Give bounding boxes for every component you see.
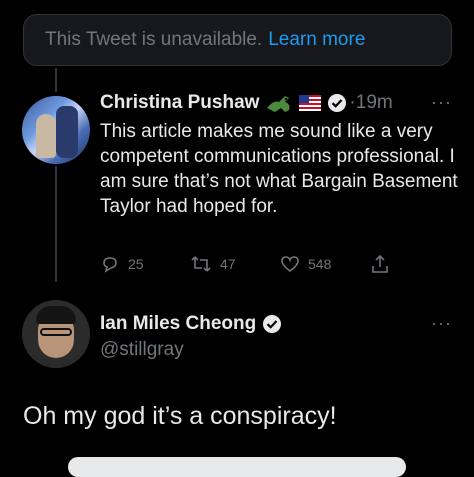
retweet-icon <box>191 256 211 272</box>
thread-connector <box>55 166 57 282</box>
retweet-count: 47 <box>220 256 236 272</box>
unavailable-text: This Tweet is unavailable. <box>45 29 263 50</box>
learn-more-link[interactable]: Learn more <box>268 29 365 51</box>
tweet-unavailable-notice: This Tweet is unavailable. Learn more <box>23 14 452 66</box>
reply-button[interactable]: 25 <box>100 254 144 274</box>
us-flag-icon <box>299 95 322 111</box>
thread-connector <box>55 68 57 92</box>
avatar[interactable] <box>22 96 90 164</box>
user-handle[interactable]: @stillgray <box>100 339 184 361</box>
reply-icon <box>103 257 117 273</box>
like-count: 548 <box>308 256 332 272</box>
tweet-text: This article makes me sound like a very … <box>100 121 458 217</box>
verified-badge-icon <box>327 93 347 113</box>
share-button[interactable] <box>370 254 390 274</box>
retweet-button[interactable]: 47 <box>190 254 236 274</box>
share-icon <box>372 254 388 273</box>
timestamp[interactable]: ·19m <box>349 92 392 114</box>
more-options-icon[interactable]: ··· <box>431 92 452 113</box>
like-button[interactable]: 548 <box>280 254 331 274</box>
display-name[interactable]: Ian Miles Cheong <box>100 313 256 335</box>
verified-badge-icon <box>262 314 282 334</box>
alligator-emoji-icon <box>265 92 293 114</box>
tweet-header: Ian Miles Cheong <box>100 313 282 335</box>
main-tweet-text: Oh my god it’s a conspiracy! <box>23 402 337 430</box>
tweet-header: Christina Pushaw ·19m <box>100 92 393 114</box>
heart-icon <box>281 256 299 273</box>
display-name[interactable]: Christina Pushaw <box>100 92 259 114</box>
avatar[interactable] <box>22 300 90 368</box>
bottom-sheet-handle[interactable] <box>68 457 406 477</box>
tweet-actions: 25 47 548 <box>100 254 420 276</box>
reply-count: 25 <box>128 256 144 272</box>
more-options-icon[interactable]: ··· <box>431 313 452 334</box>
